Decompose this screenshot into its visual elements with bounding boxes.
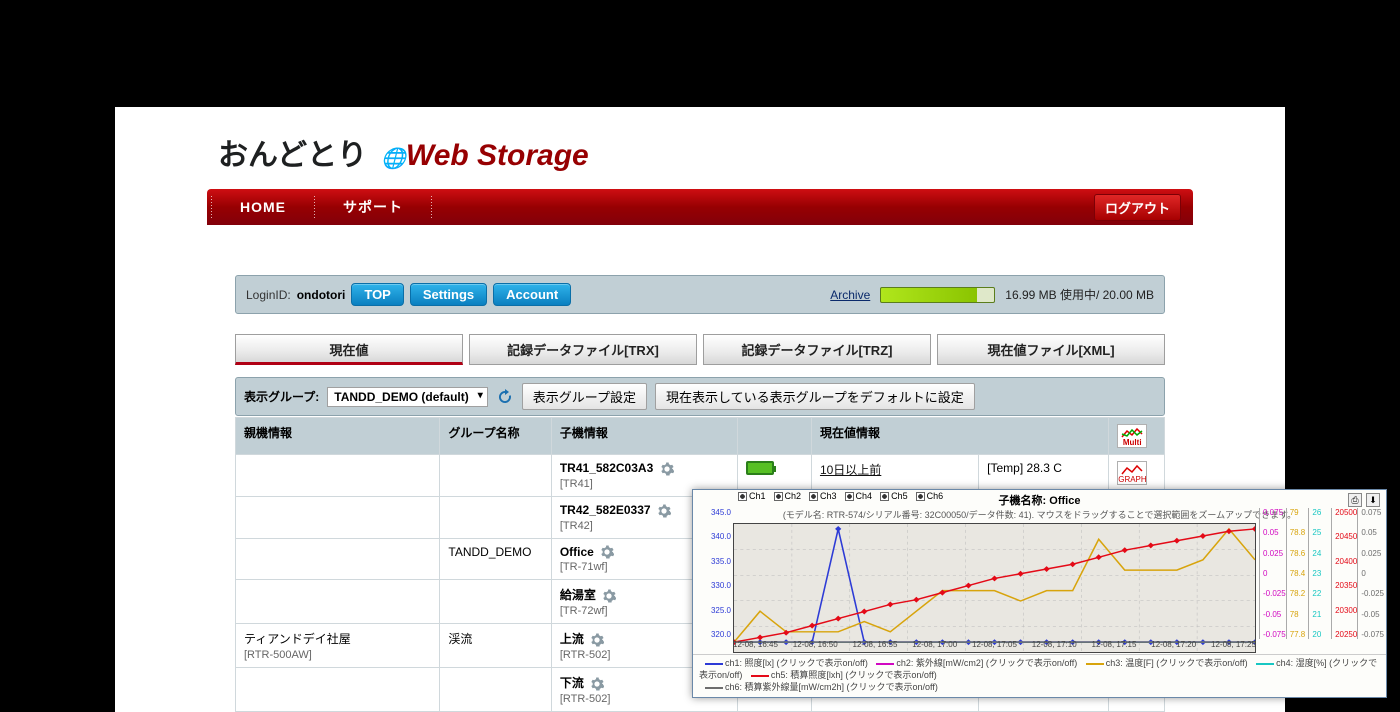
th-parent: 親機情報 bbox=[236, 418, 440, 455]
th-battery bbox=[737, 418, 811, 455]
logo-part2: Web Storage bbox=[406, 139, 589, 172]
login-id-label: LoginID: bbox=[246, 288, 291, 302]
gear-icon[interactable] bbox=[657, 504, 671, 518]
nav-support[interactable]: サポート bbox=[315, 197, 431, 217]
chart-print-icon[interactable]: ⎙ bbox=[1348, 493, 1362, 507]
gear-icon[interactable] bbox=[600, 545, 614, 559]
cell-parent bbox=[236, 496, 440, 538]
group-settings-button[interactable]: 表示グループ設定 bbox=[522, 383, 647, 410]
channel-toggle[interactable]: Ch1 bbox=[738, 491, 766, 501]
legend-item[interactable]: ch6: 積算紫外線量[mW/cm2h] (クリックで表示on/off) bbox=[725, 682, 938, 692]
chart-plot-area[interactable] bbox=[733, 523, 1256, 653]
nav-home[interactable]: HOME bbox=[212, 199, 314, 215]
cell-parent bbox=[236, 538, 440, 580]
file-tabs: 現在値 記録データファイル[TRX] 記録データファイル[TRZ] 現在値ファイ… bbox=[235, 334, 1165, 365]
group-label: 表示グループ: bbox=[244, 388, 319, 405]
cell-group bbox=[440, 580, 551, 624]
th-group: グループ名称 bbox=[440, 418, 551, 455]
channel-toggle[interactable]: Ch3 bbox=[809, 491, 837, 501]
cell-parent bbox=[236, 455, 440, 497]
logo: おんどとり 🌐Web Storage bbox=[115, 107, 1285, 189]
th-child: 子機情報 bbox=[551, 418, 737, 455]
storage-usage-text: 16.99 MB 使用中/ 20.00 MB bbox=[1005, 286, 1154, 303]
legend-item[interactable]: ch5: 積算照度[lxh] (クリックで表示on/off) bbox=[771, 670, 937, 680]
logo-part1: おんどとり bbox=[218, 139, 367, 172]
legend-item[interactable]: ch1: 照度[lx] (クリックで表示on/off) bbox=[725, 658, 868, 668]
battery-icon bbox=[746, 461, 774, 475]
chart-download-icon[interactable]: ⬇ bbox=[1366, 493, 1380, 507]
gear-icon[interactable] bbox=[590, 633, 604, 647]
tab-trz[interactable]: 記録データファイル[TRZ] bbox=[703, 334, 931, 365]
th-now: 現在値情報 bbox=[811, 418, 1108, 455]
storage-usage-meter bbox=[880, 287, 995, 303]
channel-toggle[interactable]: Ch2 bbox=[774, 491, 802, 501]
legend-item[interactable]: ch2: 紫外線[mW/cm2] (クリックで表示on/off) bbox=[896, 658, 1077, 668]
cell-group bbox=[440, 455, 551, 497]
archive-link[interactable]: Archive bbox=[830, 288, 870, 302]
refresh-icon[interactable] bbox=[496, 388, 514, 406]
tab-xml[interactable]: 現在値ファイル[XML] bbox=[937, 334, 1165, 365]
cell-group bbox=[440, 496, 551, 538]
logout-button[interactable]: ログアウト bbox=[1094, 194, 1181, 221]
main-nav: HOME サポート ログアウト bbox=[207, 189, 1193, 225]
gear-icon[interactable] bbox=[590, 677, 604, 691]
cell-parent bbox=[236, 580, 440, 624]
gear-icon[interactable] bbox=[602, 589, 616, 603]
cell-group: TANDD_DEMO bbox=[440, 538, 551, 580]
tab-trx[interactable]: 記録データファイル[TRX] bbox=[469, 334, 697, 365]
graph-icon[interactable]: GRAPH bbox=[1117, 461, 1147, 485]
multi-graph-icon[interactable]: Multi bbox=[1117, 424, 1147, 448]
channel-toggle[interactable]: Ch4 bbox=[845, 491, 873, 501]
tab-current-value[interactable]: 現在値 bbox=[235, 334, 463, 365]
group-toolbar: 表示グループ: TANDD_DEMO (default) 表示グループ設定 現在… bbox=[235, 377, 1165, 416]
y-axis-left: 345.0340.0335.0330.0325.0320.0 bbox=[701, 508, 731, 639]
login-bar: LoginID: ondotori TOP Settings Account A… bbox=[235, 275, 1165, 314]
x-axis-labels: 12-08, 16:4512-08, 16:5012-08, 16:5512-0… bbox=[733, 640, 1256, 649]
settings-button[interactable]: Settings bbox=[410, 283, 487, 306]
group-select[interactable]: TANDD_DEMO (default) bbox=[327, 387, 487, 407]
chart-legend: ch1: 照度[lx] (クリックで表示on/off) ch2: 紫外線[mW/… bbox=[693, 654, 1386, 695]
graph-popup: Ch1Ch2Ch3Ch4Ch5Ch6 ⎙ ⬇ 子機名称: Office (モデル… bbox=[692, 489, 1387, 698]
channel-toggle[interactable]: Ch6 bbox=[916, 491, 944, 501]
account-button[interactable]: Account bbox=[493, 283, 571, 306]
top-button[interactable]: TOP bbox=[351, 283, 404, 306]
login-id-value: ondotori bbox=[297, 288, 346, 302]
age-link[interactable]: 10日以上前 bbox=[820, 463, 881, 477]
th-multi: Multi bbox=[1109, 418, 1165, 455]
legend-item[interactable]: ch3: 温度[F] (クリックで表示on/off) bbox=[1106, 658, 1248, 668]
cell-group bbox=[440, 668, 551, 712]
cell-parent bbox=[236, 668, 440, 712]
gear-icon[interactable] bbox=[660, 462, 674, 476]
y-axes-right: 0.0750.050.0250-0.025-0.05-0.0757978.878… bbox=[1259, 508, 1384, 639]
channel-toggle[interactable]: Ch5 bbox=[880, 491, 908, 501]
set-default-group-button[interactable]: 現在表示している表示グループをデフォルトに設定 bbox=[655, 383, 975, 410]
cell-group: 渓流 bbox=[440, 624, 551, 668]
channel-checks: Ch1 Ch2 Ch3 Ch4 Ch5 Ch6 bbox=[738, 491, 943, 501]
cell-parent: ティアンドデイ社屋[RTR-500AW] bbox=[236, 624, 440, 668]
